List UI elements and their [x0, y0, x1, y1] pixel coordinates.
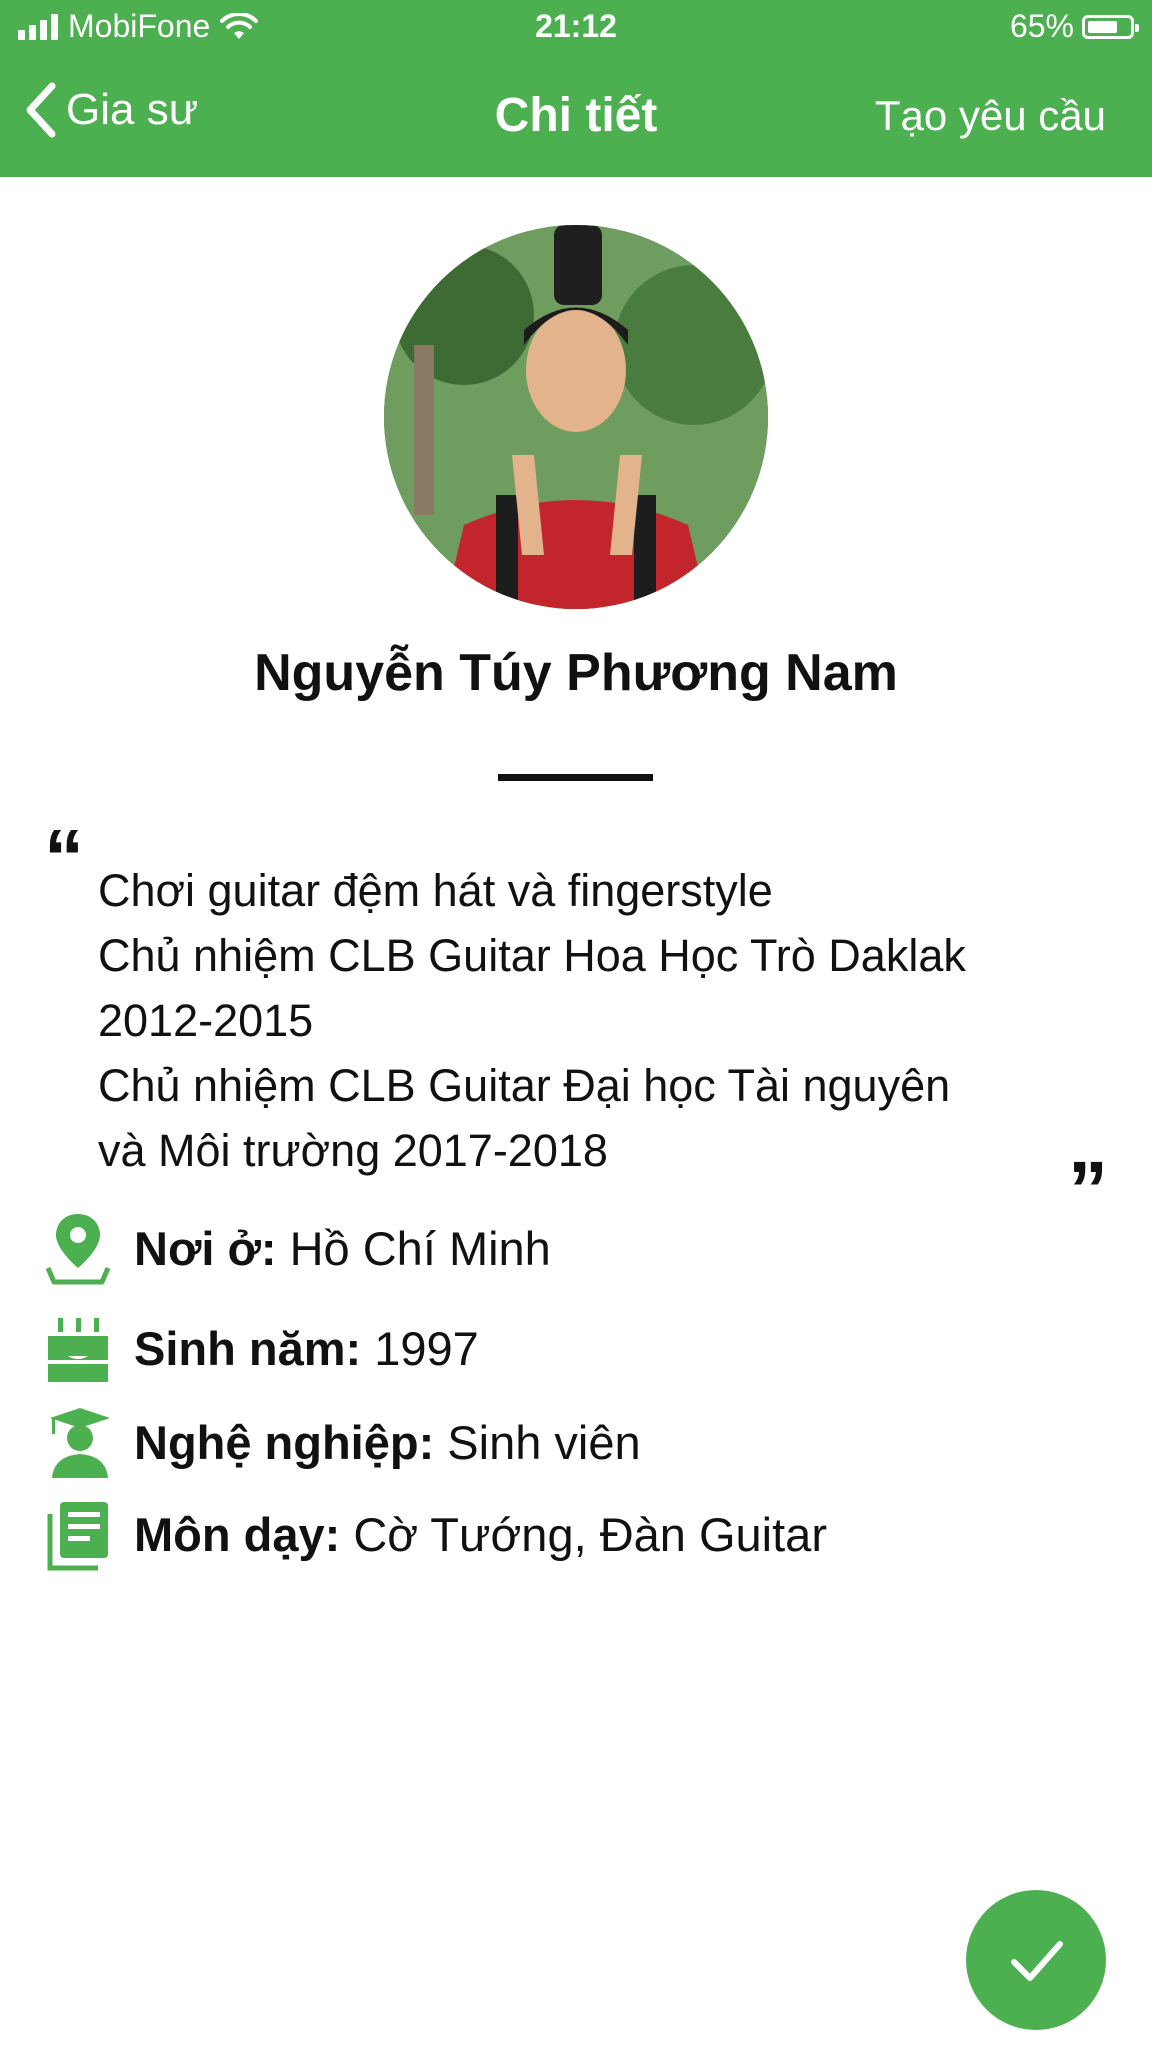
graduate-icon [44, 1402, 112, 1482]
info-label: Nơi ở: [134, 1221, 277, 1275]
status-time: 21:12 [535, 8, 617, 44]
info-label: Nghệ nghiệp: [134, 1415, 435, 1469]
open-quote-icon: “ [44, 813, 84, 902]
close-quote-icon: ” [1068, 1145, 1108, 1234]
bio-line: Chủ nhiệm CLB Guitar Đại học Tài nguyên [98, 1060, 951, 1111]
info-label: Sinh năm: [134, 1321, 362, 1375]
info-value: Hồ Chí Minh [276, 1221, 551, 1275]
bio-line: 2012-2015 [98, 995, 314, 1046]
status-right: 65% [1009, 8, 1139, 45]
tutor-bio: Chơi guitar đệm hát và fingerstyle Chủ n… [98, 858, 1058, 1183]
bio-line: và Môi trường 2017-2018 [98, 1125, 608, 1176]
subjects-book-icon [44, 1494, 112, 1574]
bio-line: Chơi guitar đệm hát và fingerstyle [98, 865, 773, 916]
battery-icon [1082, 14, 1139, 39]
checkmark-icon [1011, 1941, 1063, 1981]
birthday-cake-icon [44, 1308, 112, 1388]
info-label: Môn dạy: [134, 1507, 341, 1561]
info-row-residence: Nơi ở: Hồ Chí Minh [44, 1208, 551, 1288]
info-row-occupation: Nghệ nghiệp: Sinh viên [44, 1402, 641, 1482]
info-value: Cờ Tướng, Đàn Guitar [340, 1507, 827, 1561]
info-value: Sinh viên [434, 1415, 641, 1469]
info-row-subjects: Môn dạy: Cờ Tướng, Đàn Guitar [44, 1494, 827, 1574]
avatar-photo [384, 225, 768, 609]
confirm-button[interactable] [966, 1890, 1106, 2030]
info-value: 1997 [361, 1321, 479, 1375]
tutor-name: Nguyễn Túy Phương Nam [254, 644, 898, 702]
navigation-bar: Gia sư Chi tiết Tạo yêu cầu [0, 58, 1152, 177]
bio-line: Chủ nhiệm CLB Guitar Hoa Học Trò Daklak [98, 930, 966, 981]
app-header: MobiFone 21:12 65% Gia sư Chi tiết Tạo y… [0, 0, 1152, 177]
create-request-button[interactable]: Tạo yêu cầu [875, 92, 1106, 140]
avatar [384, 225, 768, 609]
battery-percent: 65% [1009, 8, 1074, 44]
info-row-birth-year: Sinh năm: 1997 [44, 1308, 479, 1388]
status-bar: MobiFone 21:12 65% [0, 0, 1152, 58]
location-pin-icon [44, 1208, 112, 1288]
name-divider [498, 774, 653, 781]
